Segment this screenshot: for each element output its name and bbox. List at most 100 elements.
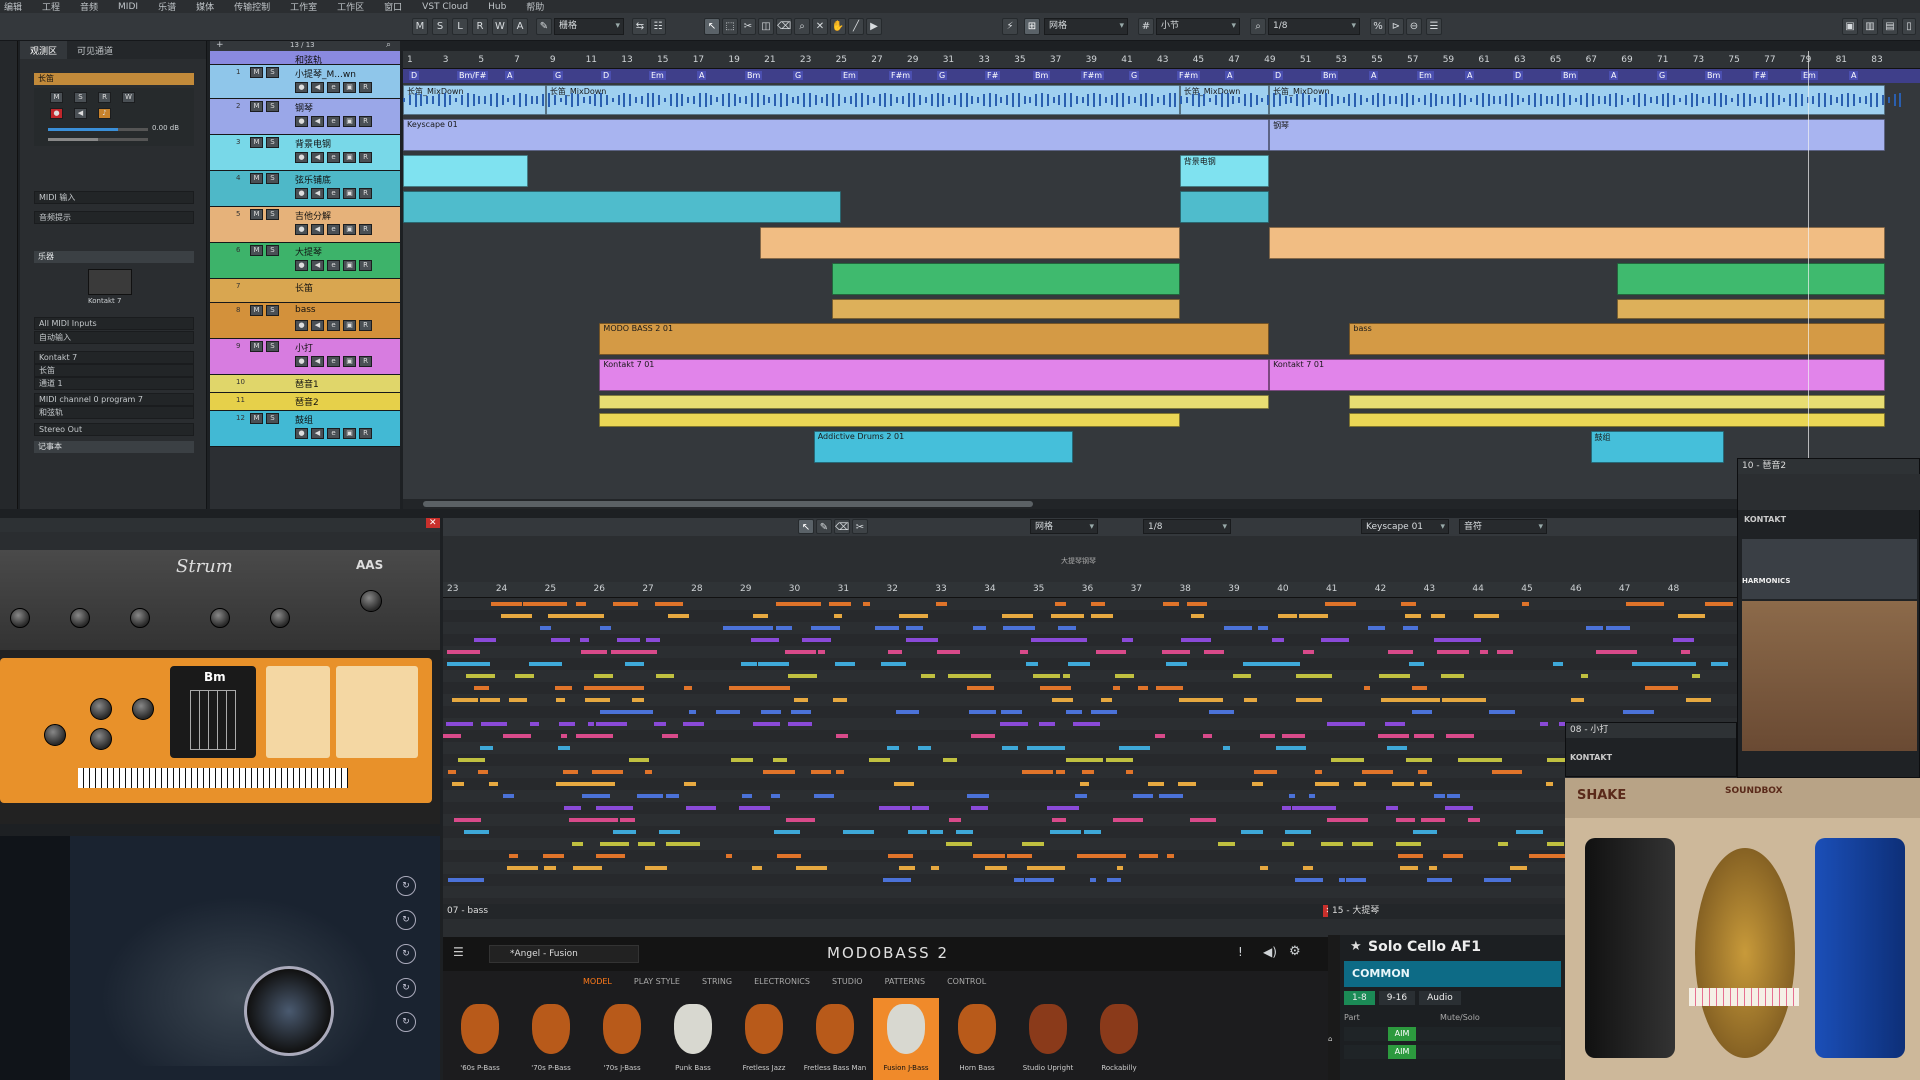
menu-item-0[interactable]: 编辑 (4, 0, 22, 13)
quantize-search-icon[interactable]: ⌕ (1250, 18, 1266, 35)
track-ctrl-button-3[interactable]: ▣ (343, 428, 356, 439)
midi-note[interactable] (567, 806, 581, 810)
track-solo-button[interactable]: S (266, 245, 279, 256)
event-guitar-1[interactable] (760, 227, 1180, 259)
output-select[interactable]: 通道 1 (34, 377, 194, 390)
swing-icon[interactable]: ⊖ (1406, 18, 1422, 35)
midi-note[interactable] (1705, 602, 1733, 606)
midi-note[interactable] (811, 770, 832, 774)
midi-note[interactable] (1547, 842, 1564, 846)
midi-note[interactable] (1284, 830, 1312, 834)
midi-note[interactable] (1386, 806, 1398, 810)
track-ctrl-button-3[interactable]: ▣ (343, 224, 356, 235)
modobass-tab-control[interactable]: CONTROL (947, 977, 986, 986)
midi-note[interactable] (559, 722, 576, 726)
midi-note[interactable] (1282, 806, 1292, 810)
midi-note[interactable] (802, 638, 832, 642)
mode-button-a[interactable]: A (512, 18, 528, 35)
track-solo-button[interactable]: S (266, 101, 279, 112)
midi-note[interactable] (530, 722, 540, 726)
midi-note[interactable] (1090, 602, 1106, 606)
midi-note[interactable] (1223, 626, 1239, 630)
midi-note[interactable] (1074, 722, 1095, 726)
event-piano-2[interactable]: 钢琴 (1269, 119, 1886, 151)
event-bass[interactable]: bass (1349, 323, 1886, 355)
split-tool-icon[interactable]: ✂ (740, 18, 756, 35)
track-ctrl-button-4[interactable]: R (359, 224, 372, 235)
midi-note[interactable] (1038, 722, 1055, 726)
midi-note[interactable] (887, 650, 903, 654)
track-solo-button[interactable]: S (266, 341, 279, 352)
chord-track-row[interactable]: 和弦轨 (34, 406, 194, 419)
midi-note[interactable] (968, 710, 996, 714)
midi-note[interactable] (730, 758, 753, 762)
vibrato-speed-knob[interactable] (90, 728, 112, 750)
track-ctrl-button-0[interactable]: ● (295, 82, 308, 93)
midi-note[interactable] (937, 650, 961, 654)
track-row-4[interactable]: 4 弦乐铺底 M S ● ◀ e ▣ R (210, 171, 400, 207)
midi-note[interactable] (522, 602, 548, 606)
midi-note[interactable] (1288, 794, 1295, 798)
track-ctrl-button-1[interactable]: ◀ (311, 82, 324, 93)
midi-note[interactable] (842, 830, 875, 834)
midi-note[interactable] (732, 626, 763, 630)
midi-note[interactable] (446, 650, 469, 654)
track-name[interactable]: 琶音1 (295, 377, 319, 390)
settings-gear-icon[interactable]: ⚙ (1289, 944, 1301, 959)
midi-note[interactable] (1050, 614, 1081, 618)
track-ctrl-button-2[interactable]: e (327, 260, 340, 271)
program-select[interactable]: MIDI channel 0 program 7 (34, 393, 194, 406)
chord-event-23[interactable]: D (1513, 71, 1524, 80)
midi-note[interactable] (1119, 746, 1150, 750)
note-grid[interactable] (443, 598, 1737, 904)
midi-note[interactable] (1217, 842, 1235, 846)
bass-model-8[interactable]: Studio Upright (1015, 998, 1081, 1080)
midi-note[interactable] (667, 614, 678, 618)
midi-note[interactable] (476, 662, 490, 666)
event-arp1-2[interactable] (1349, 395, 1886, 409)
midi-note[interactable] (726, 710, 734, 714)
track-ctrl-button-4[interactable]: R (359, 116, 372, 127)
midi-note[interactable] (834, 614, 842, 618)
compressor-knob[interactable] (10, 608, 30, 628)
common-section[interactable]: COMMON (1344, 961, 1561, 987)
midi-note[interactable] (1285, 734, 1305, 738)
midi-note[interactable] (1204, 650, 1225, 654)
midi-note[interactable] (1402, 698, 1426, 702)
midi-note[interactable] (501, 614, 533, 618)
chord-track-lane[interactable]: D Bm/F# A G D Em A Bm G Em F#m G F# Bm F#m G F#m A D Bm A Em A… (403, 69, 1920, 83)
midi-note[interactable] (1189, 818, 1204, 822)
midi-note[interactable] (755, 722, 770, 726)
track-ctrl-button-4[interactable]: R (359, 428, 372, 439)
favorite-star-icon[interactable]: ★ (1350, 939, 1362, 954)
event-guitar-2[interactable] (1269, 227, 1886, 259)
grid-icon[interactable]: # (1138, 18, 1154, 35)
midi-note[interactable] (1071, 758, 1103, 762)
midi-note[interactable] (835, 734, 848, 738)
midi-note[interactable] (1473, 614, 1499, 618)
midi-note[interactable] (1115, 674, 1134, 678)
midi-note[interactable] (1162, 650, 1191, 654)
midi-note[interactable] (1001, 746, 1018, 750)
chord-event-27[interactable]: Bm (1705, 71, 1723, 80)
record-enable-button[interactable]: ● (50, 108, 63, 119)
midi-note[interactable] (787, 674, 818, 678)
midi-note[interactable] (544, 866, 557, 870)
midi-note[interactable] (1066, 710, 1082, 714)
midi-note[interactable] (1298, 614, 1328, 618)
midi-note[interactable] (1091, 614, 1113, 618)
midi-note[interactable] (1321, 842, 1343, 846)
midi-note[interactable] (1605, 626, 1631, 630)
midi-note[interactable] (1052, 698, 1073, 702)
notepad-section[interactable]: 记事本 (34, 441, 194, 453)
midi-note[interactable] (612, 602, 639, 606)
midi-note[interactable] (637, 842, 655, 846)
monitor-button[interactable]: ◀ (74, 108, 87, 119)
kontakt-thumbnail[interactable] (88, 269, 132, 295)
midi-note[interactable] (508, 698, 527, 702)
midi-note[interactable] (1424, 698, 1440, 702)
kontakt-output-select[interactable]: Kontakt 7 (34, 351, 194, 364)
track-mute-button[interactable]: M (250, 413, 263, 424)
midi-note[interactable] (447, 662, 478, 666)
midi-note[interactable] (1404, 614, 1421, 618)
